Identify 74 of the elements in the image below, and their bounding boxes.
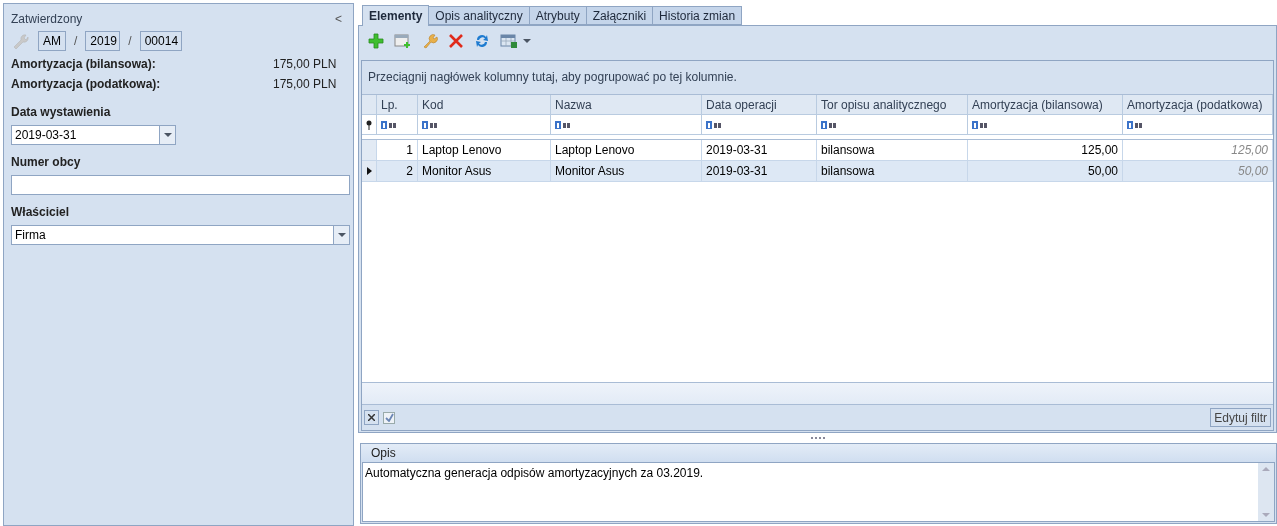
- text-filter-icon: [706, 120, 723, 129]
- tab[interactable]: Elementy: [362, 5, 430, 26]
- table-cell: 2: [377, 161, 418, 181]
- column-header[interactable]: Kod: [418, 95, 551, 114]
- edit-filter-button[interactable]: Edytuj filtr: [1210, 408, 1271, 428]
- refresh-icon: [474, 33, 490, 49]
- field-label: Numer obcy: [11, 154, 82, 171]
- text-filter-icon: [381, 120, 398, 129]
- column-header[interactable]: Nazwa: [551, 95, 702, 114]
- table-row[interactable]: 2 Monitor Asus Monitor Asus 2019-03-31 bilansowa 50,00 50,00: [362, 161, 1273, 182]
- check-icon: [384, 413, 394, 423]
- number-field[interactable]: 00014: [139, 31, 182, 51]
- column-header[interactable]: Lp.: [377, 95, 418, 114]
- total-label: Amortyzacja (podatkowa):: [11, 76, 162, 93]
- panel-title: Opis: [371, 445, 396, 462]
- export-button[interactable]: [500, 33, 533, 49]
- status-label: Zatwierdzony: [11, 11, 83, 28]
- row-indicator-cell: [362, 140, 377, 160]
- table-cell: 1: [377, 140, 418, 160]
- prefix-field[interactable]: AM: [38, 31, 66, 51]
- delete-icon: [448, 33, 464, 49]
- table-cell: Monitor Asus: [551, 161, 702, 181]
- text-filter-icon: [1127, 120, 1144, 129]
- scrollbar-icon: [1258, 463, 1274, 521]
- caret-icon: [521, 37, 533, 45]
- separator: /: [73, 33, 79, 50]
- wrench-icon: [422, 33, 438, 49]
- tab[interactable]: Historia zmian: [652, 6, 743, 25]
- table-cell: Monitor Asus: [418, 161, 551, 181]
- table-cell: Laptop Lenovo: [551, 140, 702, 160]
- table-cell: 2019-03-31: [702, 140, 817, 160]
- total-value: 175,00 PLN: [273, 56, 337, 73]
- clear-filter-button[interactable]: [364, 410, 379, 426]
- close-icon: [368, 414, 375, 422]
- table-cell: 2019-03-31: [702, 161, 817, 181]
- text-field[interactable]: [11, 175, 350, 195]
- text-filter-icon: [422, 120, 439, 129]
- column-header[interactable]: Tor opisu analitycznego: [817, 95, 968, 114]
- tab[interactable]: Załączniki: [585, 6, 654, 25]
- dropdown-field[interactable]: Firma: [11, 225, 350, 245]
- total-value: 175,00 PLN: [273, 76, 337, 93]
- separator: /: [127, 33, 133, 50]
- pin-icon: [366, 119, 372, 130]
- field-label: Data wystawienia: [11, 104, 112, 121]
- text-filter-icon: [821, 120, 838, 129]
- table-cell: 125,00: [1123, 140, 1273, 160]
- table-row[interactable]: 1 Laptop Lenovo Laptop Lenovo 2019-03-31 bilansowa 125,00 125,00: [362, 140, 1273, 161]
- row-indicator-icon: [366, 167, 372, 175]
- field-label: Właściciel: [11, 204, 71, 221]
- text-filter-icon: [555, 120, 572, 129]
- column-header[interactable]: Amortyzacja (podatkowa): [1123, 95, 1273, 114]
- wrench-icon: [11, 32, 29, 50]
- add-window-icon: [394, 33, 412, 49]
- grid-export-icon: [500, 33, 518, 49]
- add-icon: [368, 33, 384, 49]
- filter-checkbox[interactable]: [383, 411, 395, 424]
- dropdown-field[interactable]: 2019-03-31: [11, 125, 176, 145]
- total-label: Amortyzacja (bilansowa):: [11, 56, 157, 73]
- table-cell: bilansowa: [817, 161, 968, 181]
- column-header[interactable]: Amortyzacja (bilansowa): [968, 95, 1123, 114]
- tab[interactable]: Opis analityczny: [428, 6, 530, 25]
- table-cell: 125,00: [968, 140, 1123, 160]
- text-filter-icon: [972, 120, 989, 129]
- tab[interactable]: Atrybuty: [528, 6, 587, 25]
- group-hint: Przeciągnij nagłówek kolumny tutaj, aby pogrupować po tej kolumnie.: [368, 69, 737, 86]
- year-field[interactable]: 2019: [85, 31, 121, 51]
- description-text: Automatyczna generacja odpisów amortyzacyjnych za 03.2019.: [364, 465, 705, 482]
- table-cell: bilansowa: [817, 140, 968, 160]
- table-cell: Laptop Lenovo: [418, 140, 551, 160]
- column-header[interactable]: Data operacji: [702, 95, 817, 114]
- collapse-button[interactable]: <: [331, 13, 346, 25]
- table-cell: 50,00: [1123, 161, 1273, 181]
- description-field[interactable]: Automatyczna generacja odpisów amortyzacyjnych za 03.2019.: [362, 462, 1275, 522]
- table-cell: 50,00: [968, 161, 1123, 181]
